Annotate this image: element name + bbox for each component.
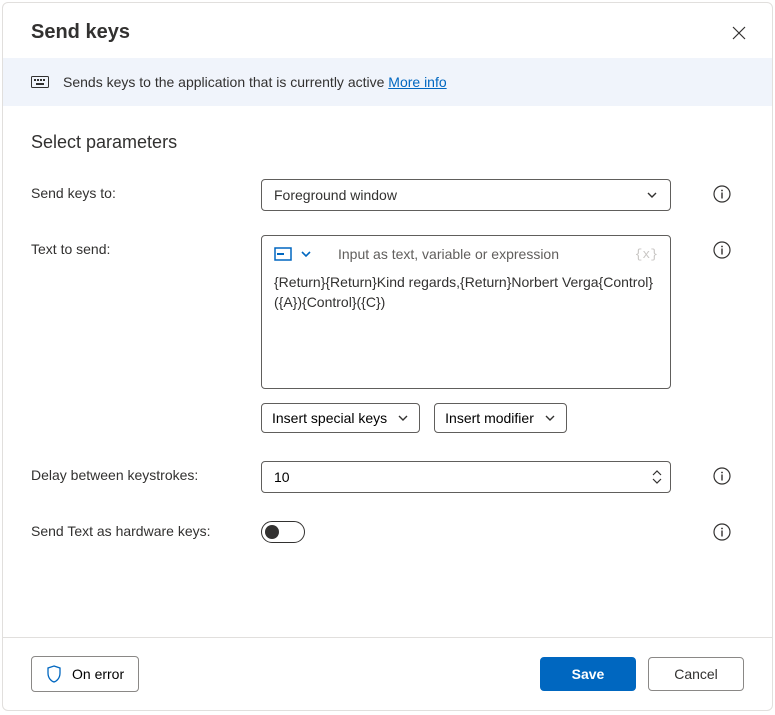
cancel-button[interactable]: Cancel	[648, 657, 744, 691]
delay-input[interactable]	[262, 462, 652, 492]
hardware-keys-toggle[interactable]	[261, 521, 305, 543]
label-hardware-keys: Send Text as hardware keys:	[31, 517, 241, 539]
close-button[interactable]	[728, 22, 750, 44]
row-send-keys-to: Send keys to: Foreground window	[31, 179, 744, 211]
send-keys-to-select[interactable]: Foreground window	[261, 179, 671, 211]
label-text-to-send: Text to send:	[31, 235, 241, 257]
insert-modifier-label: Insert modifier	[445, 410, 534, 426]
chevron-down-icon	[646, 189, 658, 201]
label-send-keys-to: Send keys to:	[31, 179, 241, 201]
spinner-up-icon[interactable]	[652, 470, 662, 477]
dialog-content: Select parameters Send keys to: Foregrou…	[3, 106, 772, 637]
delay-input-wrapper	[261, 461, 671, 493]
keyboard-icon	[31, 75, 49, 89]
insert-special-keys-button[interactable]: Insert special keys	[261, 403, 420, 433]
banner-description: Sends keys to the application that is cu…	[63, 74, 388, 90]
textbox-toolbar: Input as text, variable or expression {x…	[274, 246, 658, 262]
insert-special-keys-label: Insert special keys	[272, 410, 387, 426]
info-banner: Sends keys to the application that is cu…	[3, 58, 772, 106]
text-field-buttons: Insert special keys Insert modifier	[261, 403, 671, 433]
row-delay: Delay between keystrokes:	[31, 461, 744, 493]
insert-modifier-button[interactable]: Insert modifier	[434, 403, 567, 433]
text-mode-icon[interactable]	[274, 247, 292, 261]
text-to-send-box[interactable]: Input as text, variable or expression {x…	[261, 235, 671, 389]
banner-text: Sends keys to the application that is cu…	[63, 74, 447, 90]
more-info-link[interactable]: More info	[388, 74, 446, 90]
label-delay: Delay between keystrokes:	[31, 461, 241, 483]
send-keys-to-value: Foreground window	[274, 187, 397, 203]
dialog-header: Send keys	[3, 3, 772, 58]
on-error-button[interactable]: On error	[31, 656, 139, 692]
variable-picker-icon[interactable]: {x}	[635, 247, 658, 262]
info-icon[interactable]	[713, 241, 731, 259]
chevron-down-icon[interactable]	[300, 248, 312, 260]
close-icon	[732, 26, 746, 40]
shield-icon	[46, 665, 62, 683]
row-hardware-keys: Send Text as hardware keys:	[31, 517, 744, 543]
spinner-down-icon[interactable]	[652, 477, 662, 484]
chevron-down-icon	[544, 412, 556, 424]
row-text-to-send: Text to send: Input as text, variable or…	[31, 235, 744, 433]
dialog-footer: On error Save Cancel	[3, 637, 772, 710]
delay-spinners	[652, 462, 670, 492]
text-to-send-value[interactable]: {Return}{Return}Kind regards,{Return}Nor…	[274, 272, 658, 376]
info-icon[interactable]	[713, 185, 731, 203]
toggle-knob	[265, 525, 279, 539]
send-keys-dialog: Send keys Sends keys to the application …	[2, 2, 773, 711]
info-icon[interactable]	[713, 467, 731, 485]
textbox-placeholder: Input as text, variable or expression	[338, 246, 627, 262]
dialog-title: Send keys	[31, 21, 130, 44]
section-title: Select parameters	[31, 132, 744, 153]
on-error-label: On error	[72, 666, 124, 682]
chevron-down-icon	[397, 412, 409, 424]
save-button[interactable]: Save	[540, 657, 636, 691]
info-icon[interactable]	[713, 523, 731, 541]
